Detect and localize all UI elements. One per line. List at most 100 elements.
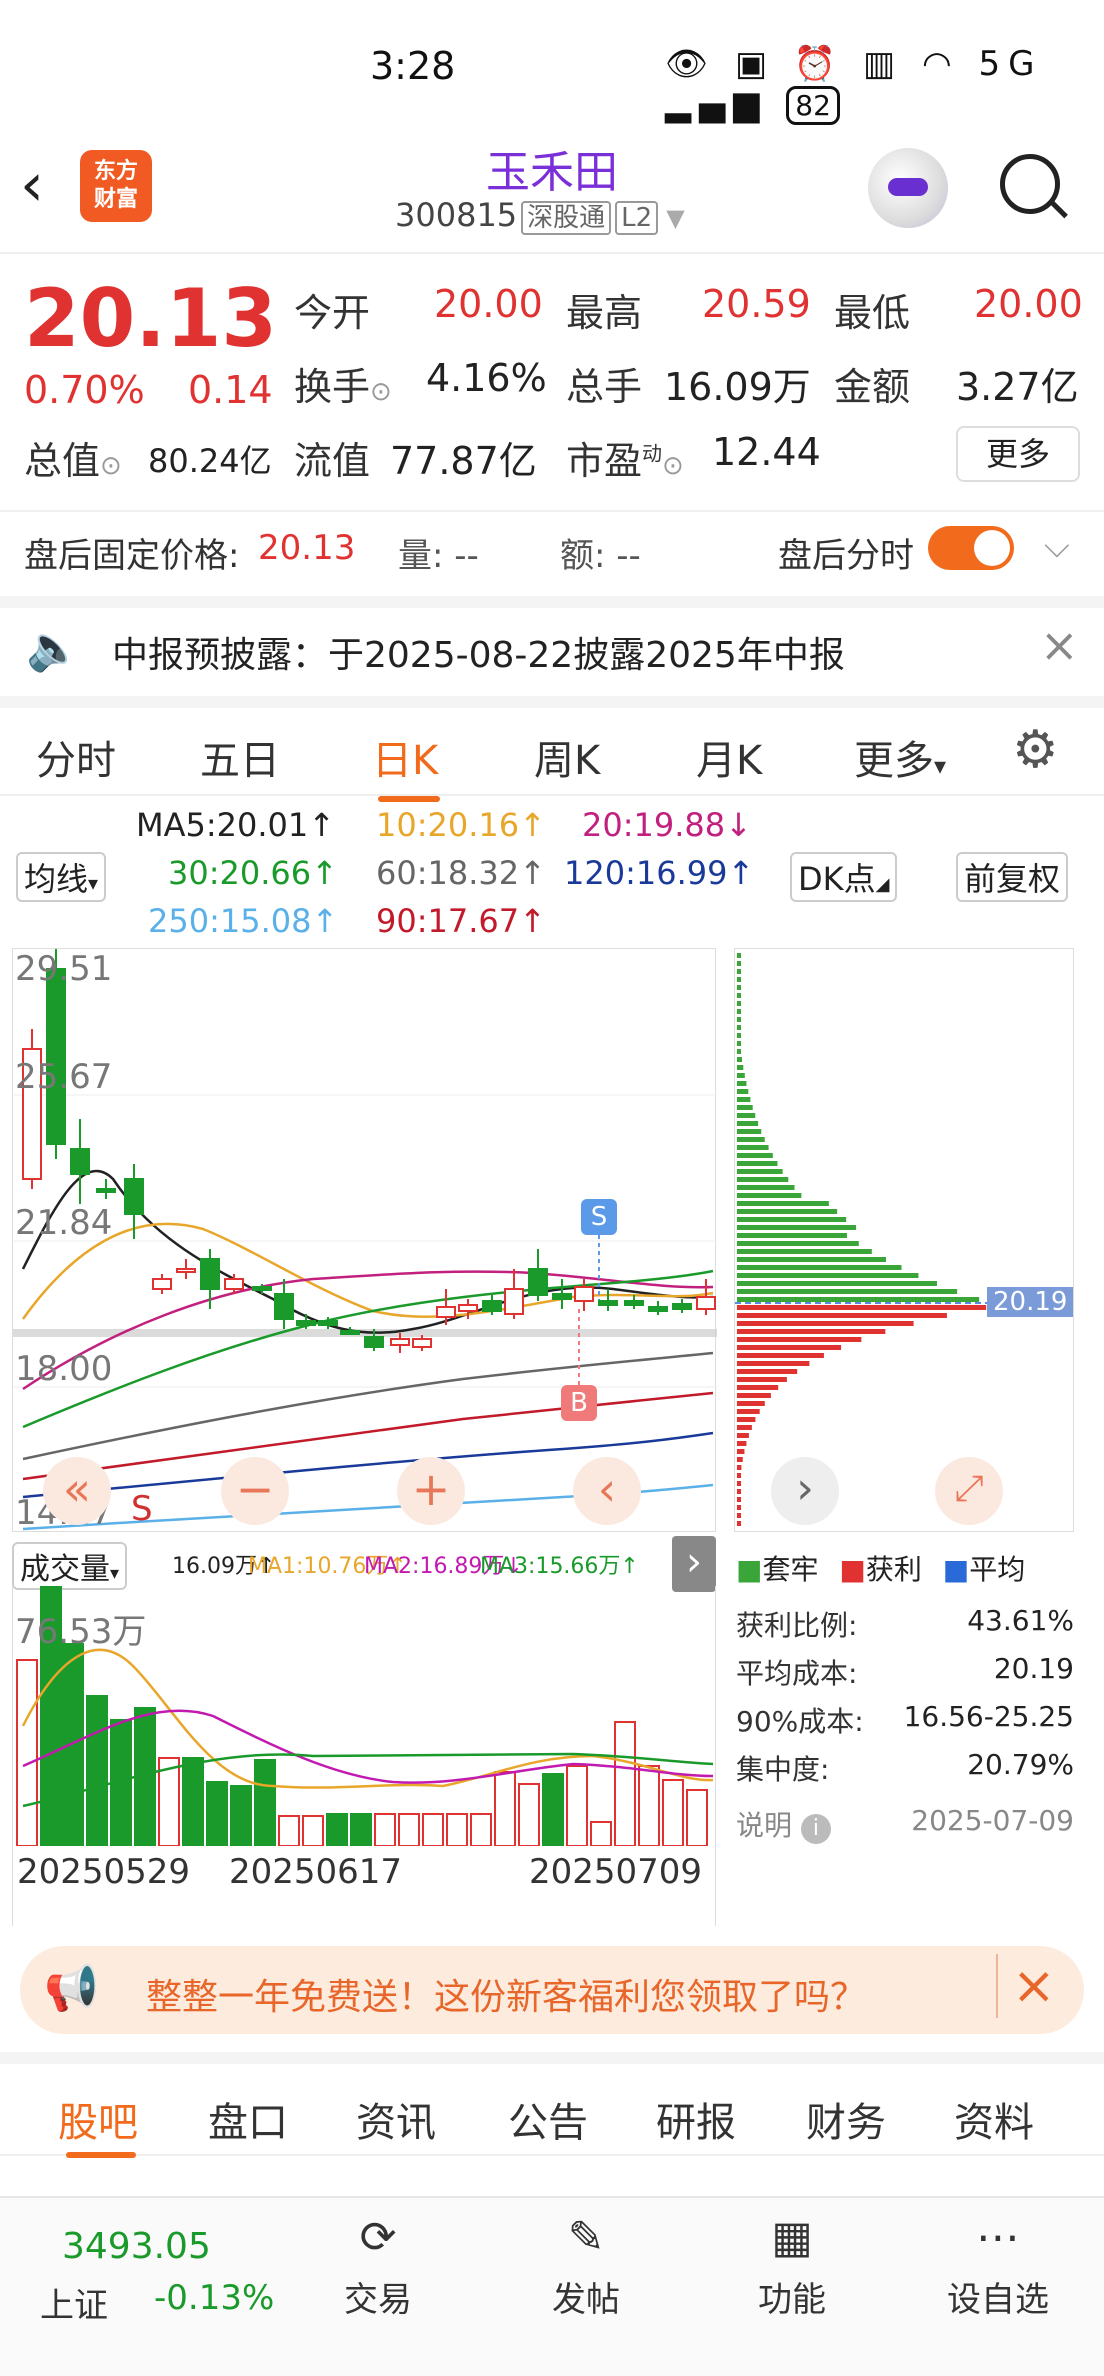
low-label: 最低 <box>834 291 911 335</box>
amount-value: 3.27亿 <box>956 365 1079 409</box>
tab-weekly-k[interactable]: 周K <box>534 728 600 786</box>
candle-body <box>552 1293 572 1300</box>
tab-five-day[interactable]: 五日 <box>200 728 280 786</box>
notice-bar[interactable]: 🔈 中报预披露：于2025-08-22披露2025年中报 × <box>0 596 1104 692</box>
volume-value: 16.09万 <box>664 365 811 409</box>
buy-marker[interactable]: B <box>561 1385 597 1421</box>
indicator-select[interactable]: 均线▾ <box>16 852 107 902</box>
after-hours-toggle[interactable] <box>928 526 1014 570</box>
chip-bar <box>737 1009 741 1014</box>
close-icon[interactable]: × <box>1040 618 1079 672</box>
chip-bar <box>737 961 741 966</box>
chip-bar <box>737 1185 795 1190</box>
chip-bar <box>737 1481 741 1486</box>
chip-bar <box>737 1177 789 1182</box>
after-hours-vol: 量: -- <box>398 536 479 576</box>
chip-bar <box>737 1025 741 1030</box>
tab-financials[interactable]: 财务 <box>806 2090 886 2148</box>
zoom-out-icon[interactable]: − <box>221 1457 289 1525</box>
chip-bar <box>737 1505 741 1510</box>
scroll-left-icon[interactable]: ‹ <box>573 1457 641 1525</box>
tab-minute[interactable]: 分时 <box>36 728 116 786</box>
tab-more[interactable]: 更多▾ <box>854 728 946 786</box>
chip-note-button[interactable]: 说明 i <box>736 1804 831 1844</box>
promo-banner[interactable]: 📢 整整一年免费送！这份新客福利您领取了吗？ × <box>20 1946 1084 2034</box>
chip-bar <box>737 1417 756 1422</box>
concentration-value: 20.79% <box>967 1748 1074 1781</box>
nav-functions[interactable]: ▦ 功能 <box>722 2210 862 2321</box>
chip-bar <box>737 953 741 958</box>
index-name[interactable]: 上证 <box>40 2278 108 2327</box>
volume-bar <box>518 1783 540 1847</box>
candle-body <box>152 1278 172 1290</box>
expand-icon[interactable]: ⤢ <box>935 1457 1003 1525</box>
volume-bar <box>470 1813 492 1847</box>
y-label-3: 21.84 <box>15 1203 113 1243</box>
tab-profile[interactable]: 资料 <box>954 2090 1034 2148</box>
stock-code-row[interactable]: 300815 深股通 L2 ▼ <box>395 196 685 235</box>
index-change[interactable]: -0.13% <box>154 2278 274 2318</box>
high-label: 最高 <box>566 291 643 335</box>
chip-bar <box>737 1137 765 1142</box>
chip-bar <box>737 1249 872 1254</box>
nav-post[interactable]: ✎ 发帖 <box>516 2210 656 2321</box>
tab-guba[interactable]: 股吧 <box>58 2090 138 2148</box>
candle-body <box>318 1320 338 1326</box>
more-button[interactable]: 更多 <box>956 426 1080 482</box>
candle-body <box>574 1286 594 1302</box>
tab-news[interactable]: 资讯 <box>356 2090 436 2148</box>
index-value[interactable]: 3493.05 <box>62 2226 211 2267</box>
turnover-label[interactable]: 换手⊙ <box>294 356 392 411</box>
ma20-label: 20:19.88↓ <box>582 806 752 844</box>
chip-bar <box>737 1465 742 1470</box>
candle-body <box>340 1330 360 1335</box>
volume-bar <box>86 1695 108 1847</box>
profit-ratio-value: 43.61% <box>967 1604 1074 1637</box>
tab-research[interactable]: 研报 <box>656 2090 736 2148</box>
volume-bar <box>662 1779 684 1847</box>
pe-label[interactable]: 市盈动⊙ <box>566 430 684 485</box>
close-icon[interactable]: × <box>996 1954 1056 2018</box>
chart-tabs: 分时 五日 日K 周K 月K 更多▾ ⚙ <box>0 696 1104 802</box>
tab-announcements[interactable]: 公告 <box>508 2090 588 2148</box>
content-tabs: 股吧 盘口 资讯 公告 研报 财务 资料 <box>0 2052 1104 2158</box>
open-value: 20.00 <box>434 282 543 326</box>
chip-bar <box>737 1217 847 1222</box>
search-icon[interactable] <box>1000 154 1060 214</box>
volume-bar <box>686 1789 708 1847</box>
chip-bar <box>737 1065 744 1070</box>
candle-body <box>296 1320 316 1326</box>
settings-gear-icon[interactable]: ⚙ <box>1012 720 1059 780</box>
chevron-down-icon[interactable]: ⌵ <box>1044 526 1070 566</box>
volume-bar <box>302 1815 324 1847</box>
ma5-label: MA5:20.01↑ <box>136 806 336 844</box>
kline-chart[interactable]: 29.51 25.67 21.84 18.00 14.17 S B S « − … <box>12 948 717 1533</box>
candle-body <box>390 1338 410 1346</box>
market-cap-label[interactable]: 总值⊙ <box>24 430 122 485</box>
chip-bar <box>737 1193 802 1198</box>
volume-chart[interactable]: 76.53万 20250529 20250617 20250709 <box>12 1585 716 1926</box>
nav-watchlist[interactable]: ⋯ 设自选 <box>928 2210 1068 2321</box>
sell-marker[interactable]: S <box>581 1199 617 1235</box>
chevron-right-icon[interactable]: › <box>771 1457 839 1525</box>
chip-bar <box>737 1337 862 1342</box>
chip-bar <box>737 1153 773 1158</box>
tab-monthly-k[interactable]: 月K <box>696 728 762 786</box>
scroll-left-fast-icon[interactable]: « <box>43 1457 111 1525</box>
chevron-right-icon[interactable]: › <box>672 1536 716 1592</box>
promo-text: 整整一年免费送！这份新客福利您领取了吗？ <box>146 1977 867 2018</box>
chip-bar <box>737 1393 771 1398</box>
zoom-in-icon[interactable]: + <box>397 1457 465 1525</box>
candle-body <box>482 1300 502 1312</box>
adjustment-select[interactable]: 前复权 <box>956 852 1069 902</box>
chip-distribution[interactable]: 20.19 › ⤢ <box>734 948 1075 1532</box>
dk-point-select[interactable]: DK点◢ <box>790 852 898 902</box>
tab-orderbook[interactable]: 盘口 <box>208 2090 288 2148</box>
candle-body <box>70 1148 90 1175</box>
chip-bar <box>737 1089 749 1094</box>
tab-daily-k[interactable]: 日K <box>372 728 438 786</box>
ma30-label: 30:20.66↑ <box>168 854 338 892</box>
nav-trade[interactable]: ⟳ 交易 <box>308 2210 448 2321</box>
assistant-robot-icon[interactable] <box>868 148 948 228</box>
volume-indicator-select[interactable]: 成交量▾ <box>12 1542 128 1590</box>
